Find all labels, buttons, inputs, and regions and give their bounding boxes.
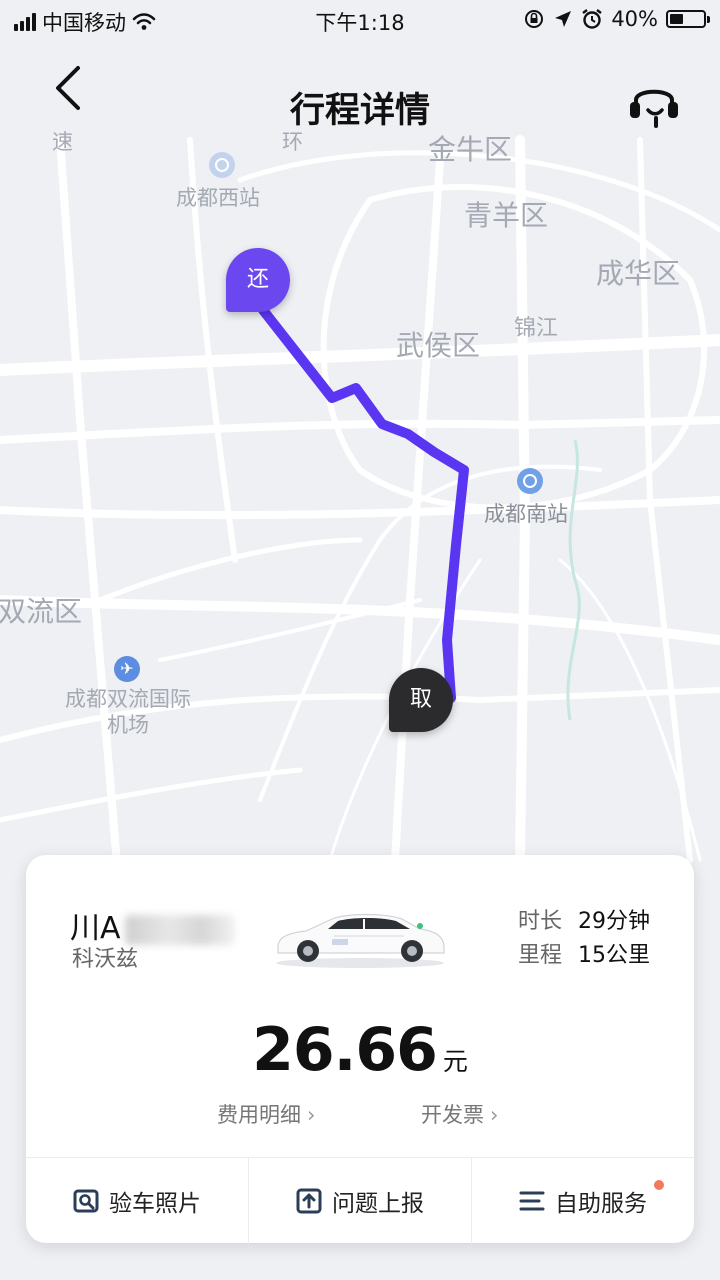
duration-label: 时长 bbox=[517, 909, 562, 934]
photo-search-icon bbox=[73, 1189, 99, 1213]
distance-row: 里程 15公里 bbox=[518, 939, 650, 973]
invoice-label: 开发票 bbox=[421, 1103, 484, 1127]
location-arrow-icon bbox=[555, 11, 572, 27]
notification-dot bbox=[654, 1180, 664, 1190]
menu-icon bbox=[519, 1191, 545, 1211]
car-model: 科沃兹 bbox=[72, 947, 139, 972]
battery-icon bbox=[666, 10, 710, 28]
price-amount: 26.66 bbox=[252, 1015, 438, 1085]
car-image bbox=[276, 913, 445, 968]
customer-service-icon[interactable] bbox=[626, 76, 682, 132]
return-pin[interactable]: 还 bbox=[226, 248, 290, 312]
status-bar: 中国移动 下午1:18 40% bbox=[0, 0, 720, 40]
trip-stats: 时长 29分钟 里程 15公里 bbox=[518, 905, 650, 973]
alarm-icon bbox=[582, 9, 603, 29]
self-service-button[interactable]: 自助服务 bbox=[471, 1158, 694, 1244]
nav-bar: 行程详情 bbox=[0, 40, 720, 136]
fee-detail-label: 费用明细 bbox=[217, 1103, 301, 1127]
chevron-right-icon: › bbox=[490, 1103, 499, 1127]
plate-redacted bbox=[124, 914, 235, 945]
inspection-photos-label: 验车照片 bbox=[109, 1191, 201, 1217]
signal-icon bbox=[14, 13, 36, 31]
wifi-icon bbox=[132, 13, 156, 30]
duration-value: 29分钟 bbox=[578, 909, 650, 934]
price-currency: 元 bbox=[442, 1047, 468, 1076]
report-issue-label: 问题上报 bbox=[332, 1191, 424, 1217]
pickup-pin[interactable]: 取 bbox=[389, 668, 453, 732]
inspection-photos-button[interactable]: 验车照片 bbox=[26, 1158, 248, 1244]
duration-row: 时长 29分钟 bbox=[518, 905, 650, 939]
chevron-right-icon: › bbox=[307, 1103, 316, 1127]
battery-percentage: 40% bbox=[611, 7, 658, 31]
report-issue-button[interactable]: 问题上报 bbox=[248, 1158, 471, 1244]
carrier-name: 中国移动 bbox=[42, 11, 126, 35]
action-bar: 验车照片 问题上报 自助服务 bbox=[26, 1157, 694, 1244]
trip-price: 26.66 元 bbox=[26, 1015, 694, 1085]
distance-value: 15公里 bbox=[578, 943, 650, 968]
back-button[interactable] bbox=[40, 60, 96, 116]
self-service-label: 自助服务 bbox=[555, 1191, 647, 1217]
invoice-link[interactable]: 开发票 › bbox=[421, 1099, 498, 1129]
upload-icon bbox=[296, 1188, 322, 1214]
distance-label: 里程 bbox=[517, 943, 562, 968]
trip-summary-card: 川A 科沃兹 时长 29分钟 里程 15公里 26.66 元 费用明细 › 开发票 › 验… bbox=[26, 855, 694, 1244]
fee-detail-link[interactable]: 费用明细 › bbox=[217, 1099, 315, 1129]
rotation-lock-icon bbox=[525, 10, 544, 28]
page-title: 行程详情 bbox=[289, 91, 430, 131]
